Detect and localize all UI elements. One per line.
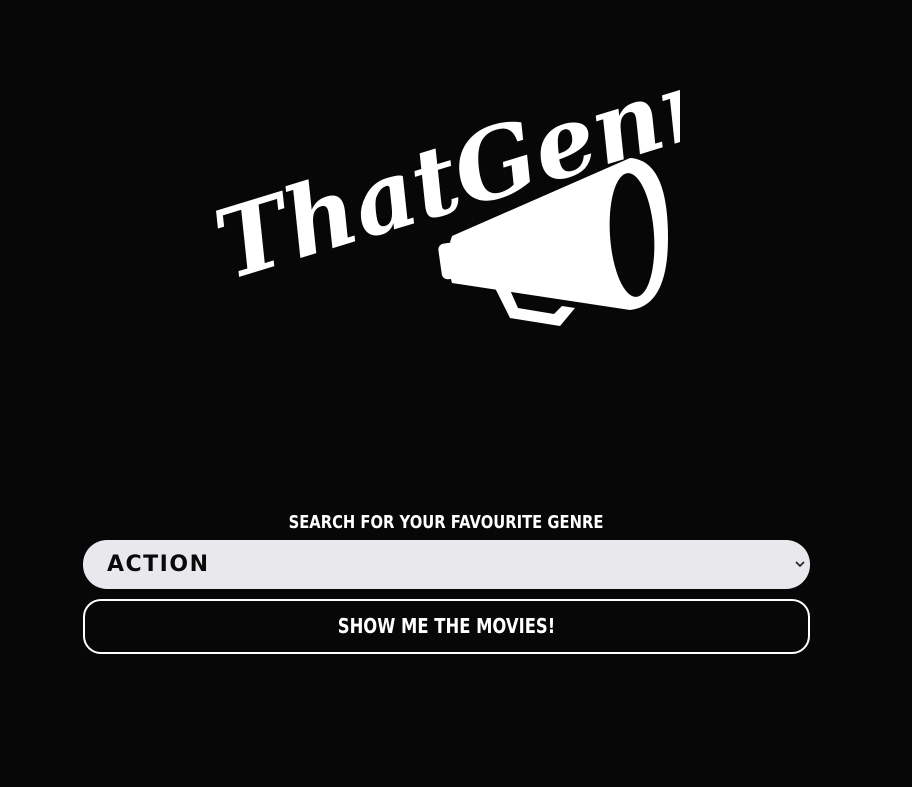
search-label: SEARCH FOR YOUR FAVOURITE GENRE [288,512,604,533]
genre-select[interactable]: ACTION [83,540,810,589]
chevron-down-icon [795,561,805,568]
site-logo: ThatGenre [190,27,783,338]
logo-graphic: ThatGenre [203,27,783,326]
show-movies-button[interactable]: SHOW ME THE MOVIES! [83,599,810,654]
show-movies-button-label: SHOW ME THE MOVIES! [337,614,556,638]
genre-select-value: ACTION [107,552,210,577]
